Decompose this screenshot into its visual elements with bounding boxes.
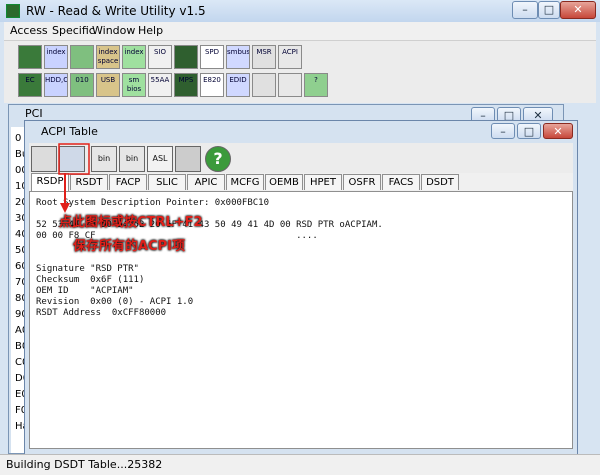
usb-icon[interactable]: USB [96,73,120,97]
hdd-icon[interactable]: HDD,CD [44,73,68,97]
mps-icon[interactable]: MPS [174,73,198,97]
terminal-icon[interactable] [252,73,276,97]
help-icon[interactable]: ? [304,73,328,97]
e820-icon[interactable]: E820 [200,73,224,97]
app-titlebar: RW - Read & Write Utility v1.5 – □ ✕ [0,0,600,22]
main-toolbar: index index space index SIO SPD smbus MSR ACPI … [4,40,596,103]
binoculars-icon[interactable] [175,146,201,172]
smbios-icon[interactable]: sm bios [122,73,146,97]
tab-facp[interactable]: FACP [109,174,147,190]
tab-mcfg[interactable]: MCFG [226,174,264,190]
annotation-arrow-head [60,203,70,213]
acpi-toolbar: bin bin ASL? [29,143,573,177]
maximize-button[interactable]: □ [538,1,560,19]
tab-facs[interactable]: FACS [382,174,420,190]
msr-icon[interactable]: MSR [252,45,276,69]
menu-access[interactable]: Access [10,24,48,37]
tab-apic[interactable]: APIC [187,174,225,190]
help-icon[interactable]: ? [205,146,231,172]
ec-icon[interactable]: EC [18,73,42,97]
edid-icon[interactable]: EDID [226,73,250,97]
smbus-icon[interactable]: smbus [226,45,250,69]
pci-row-label: 0 [15,133,22,144]
tab-dsdt[interactable]: DSDT [421,174,459,190]
content-line: OEM ID "ACPIAM" [36,286,134,296]
acpi-icon[interactable]: ACPI [278,45,302,69]
index-icon[interactable]: index [44,45,68,69]
menu-window[interactable]: Window [92,24,135,37]
app-title: RW - Read & Write Utility v1.5 [26,4,206,18]
pci-window-title: PCI [25,107,43,120]
app-icon [6,4,20,18]
content-line: Checksum 0x6F (111) [36,275,145,285]
binary-icon[interactable]: 010 [70,73,94,97]
memory-icon[interactable] [70,45,94,69]
tab-oemb[interactable]: OEMB [265,174,303,190]
acpi-tabs: RSDP RSDT FACP SLIC APIC MCFG OEMB HPET OSFR FACS… [29,173,573,191]
tools-icon[interactable] [278,73,302,97]
acpi-window-title: ACPI Table [41,125,98,138]
content-line: Revision 0x00 (0) - ACPI 1.0 [36,297,194,307]
wave-icon[interactable] [174,45,198,69]
status-bar: Building DSDT Table...25382 [0,454,600,475]
sio-icon[interactable]: SIO [148,45,172,69]
content-line: RSDT Address 0xCFF80000 [36,308,167,318]
spd-icon[interactable]: SPD [200,45,224,69]
menu-help[interactable]: Help [138,24,163,37]
menubar: Access Specific Window Help [4,22,596,40]
index-icon[interactable]: index [122,45,146,69]
status-text: Building DSDT Table...25382 [6,458,163,471]
menu-specific[interactable]: Specific [52,24,95,37]
tab-slic[interactable]: SLIC [148,174,186,190]
acpi-minimize-button[interactable]: – [491,123,515,139]
content-line: Signature "RSD PTR" [36,264,139,274]
bin-all-icon[interactable]: bin [119,146,145,172]
acpi-close-button[interactable]: ✕ [543,123,573,139]
acpi-maximize-button[interactable]: □ [517,123,541,139]
index-space-icon[interactable]: index space [96,45,120,69]
tab-osfr[interactable]: OSFR [343,174,381,190]
annotation-highlight-box [58,143,90,175]
annotation-line2: 保存所有的ACPI项 [73,239,185,254]
minimize-button[interactable]: – [512,1,538,19]
tab-hpet[interactable]: HPET [304,174,342,190]
rom-icon[interactable]: 55AA [148,73,172,97]
acpi-table-window: ACPI Table – □ ✕ bin bin ASL? RSDP RSDT FACP… [24,120,578,456]
close-button[interactable]: ✕ [560,1,596,19]
asl-icon[interactable]: ASL [147,146,173,172]
annotation-arrow [58,143,90,213]
floppy-icon[interactable] [18,45,42,69]
